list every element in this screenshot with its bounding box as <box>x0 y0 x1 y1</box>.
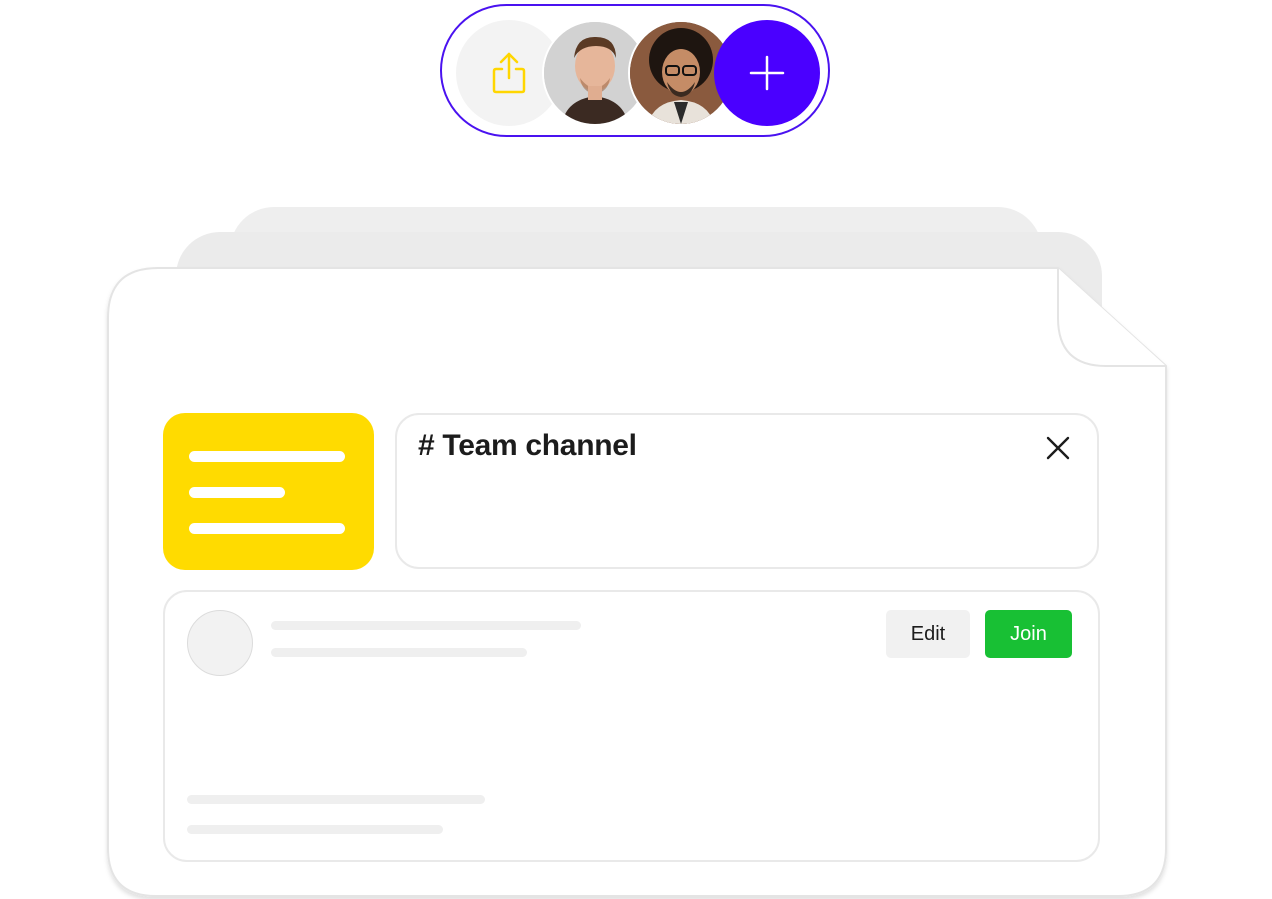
edit-button[interactable]: Edit <box>886 610 970 658</box>
placeholder-line <box>187 795 485 804</box>
close-icon[interactable] <box>1045 435 1071 461</box>
join-button[interactable]: Join <box>985 610 1072 658</box>
channel-card: # Team channel <box>395 413 1099 569</box>
placeholder-line <box>271 621 581 630</box>
document-tile[interactable] <box>163 413 374 570</box>
channel-title: # Team channel <box>418 429 637 462</box>
post-card: Edit Join <box>163 590 1100 862</box>
placeholder-line <box>187 825 443 834</box>
avatar <box>187 610 253 676</box>
placeholder-line <box>271 648 527 657</box>
